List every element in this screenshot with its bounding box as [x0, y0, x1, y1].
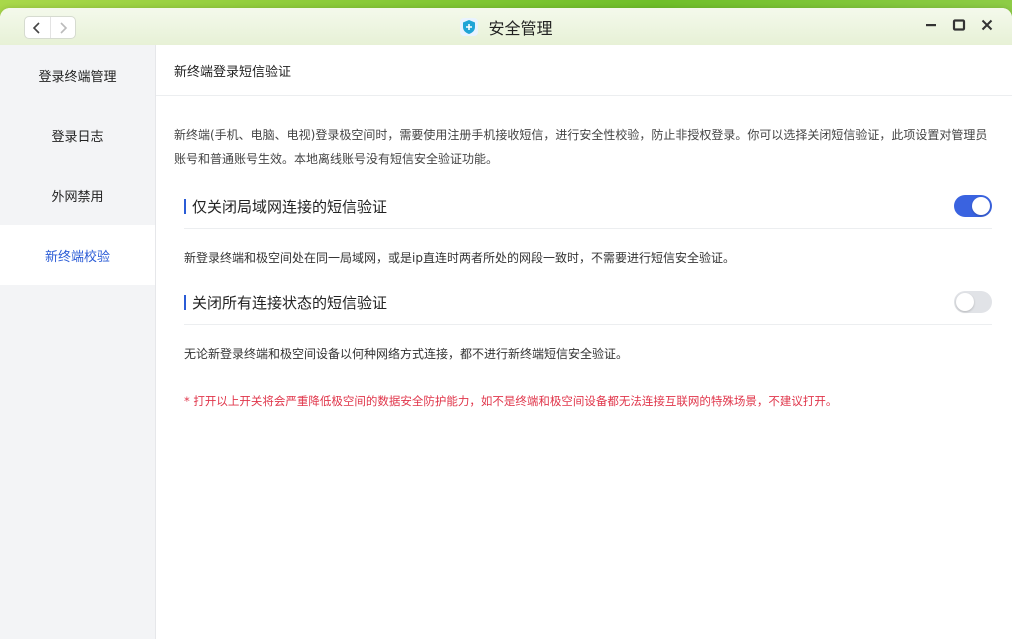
maximize-button[interactable] — [950, 16, 968, 34]
warning-text: * 打开以上开关将会严重降低极空间的数据安全防护能力，如不是终端和极空间设备都无… — [184, 394, 838, 408]
sidebar-item-label: 登录日志 — [51, 129, 104, 145]
setting-description: 无论新登录终端和极空间设备以何种网络方式连接，都不进行新终端短信安全验证。 — [184, 347, 629, 361]
toggle-knob — [972, 197, 990, 215]
sidebar-item-new-terminal-verification[interactable]: 新终端校验 — [0, 225, 155, 285]
sidebar-item-label: 登录终端管理 — [38, 69, 117, 85]
sidebar-item-login-log[interactable]: 登录日志 — [0, 105, 155, 165]
minimize-icon — [926, 24, 936, 27]
close-icon — [981, 19, 993, 31]
chevron-right-icon — [60, 21, 67, 34]
setting-row-lan-only: 仅关闭局域网连接的短信验证 — [184, 184, 992, 229]
minimize-button[interactable] — [922, 16, 940, 34]
sidebar-item-external-network-ban[interactable]: 外网禁用 — [0, 165, 155, 225]
sidebar-item-label: 新终端校验 — [44, 249, 110, 265]
title-accent-bar — [184, 294, 186, 310]
section-description: 新终端(手机、电脑、电视)登录极空间时，需要使用注册手机接收短信，进行安全性校验… — [174, 128, 988, 166]
main-content: 新终端登录短信验证 新终端(手机、电脑、电视)登录极空间时，需要使用注册手机接收… — [156, 45, 1012, 639]
nav-button-group — [24, 16, 76, 39]
title-accent-bar — [184, 198, 186, 214]
lan-sms-verification-toggle[interactable] — [954, 195, 992, 217]
setting-title: 关闭所有连接状态的短信验证 — [184, 292, 387, 313]
setting-row-all-connections: 关闭所有连接状态的短信验证 — [184, 280, 992, 325]
window-controls — [922, 16, 996, 34]
close-button[interactable] — [978, 16, 996, 34]
sidebar: 登录终端管理 登录日志 外网禁用 新终端校验 — [0, 45, 156, 639]
setting-description: 新登录终端和极空间处在同一局域网，或是ip直连时两者所处的网段一致时，不需要进行… — [184, 251, 735, 265]
maximize-icon — [952, 19, 966, 31]
shield-icon — [460, 17, 479, 36]
back-button[interactable] — [25, 17, 50, 38]
toggle-knob — [956, 293, 974, 311]
window-title-group: 安全管理 — [0, 8, 1012, 45]
title-bar: 安全管理 — [0, 8, 1012, 46]
sidebar-item-label: 外网禁用 — [51, 189, 104, 205]
setting-title: 仅关闭局域网连接的短信验证 — [184, 196, 387, 217]
window-title: 安全管理 — [488, 18, 553, 38]
chevron-left-icon — [33, 21, 40, 34]
all-sms-verification-toggle[interactable] — [954, 291, 992, 313]
setting-title-text: 关闭所有连接状态的短信验证 — [192, 293, 388, 312]
sidebar-item-terminal-management[interactable]: 登录终端管理 — [0, 45, 155, 105]
section-header: 新终端登录短信验证 — [156, 45, 1012, 96]
setting-title-text: 仅关闭局域网连接的短信验证 — [192, 197, 388, 216]
forward-button[interactable] — [49, 17, 76, 38]
app-window: 安全管理 登录终端管理 登录日志 外网禁用 新终端校验 新终端登录短信验证 新终… — [0, 8, 1012, 639]
